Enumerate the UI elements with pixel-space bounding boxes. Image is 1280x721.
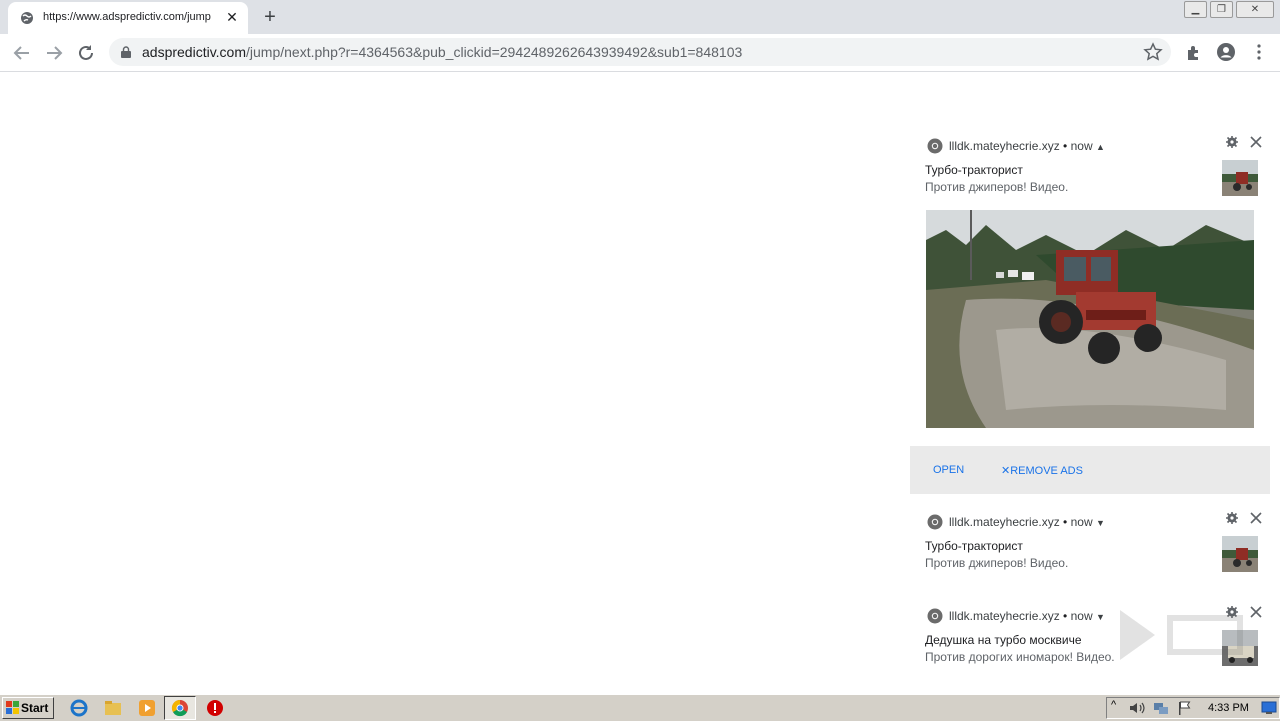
tab-title: https://www.adspredictiv.com/jump bbox=[43, 11, 211, 23]
back-icon[interactable] bbox=[10, 41, 34, 65]
url-text[interactable]: adspredictiv.com/jump/next.php?r=4364563… bbox=[142, 44, 742, 60]
chrome-icon bbox=[927, 608, 943, 624]
remove-ads-button[interactable]: ✕REMOVE ADS bbox=[1001, 464, 1083, 477]
url-path: /jump/next.php?r=4364563&pub_clickid=294… bbox=[246, 44, 743, 60]
tray-expand-icon[interactable]: ^ bbox=[1111, 699, 1116, 711]
minimize-button[interactable]: ▁ bbox=[1184, 1, 1207, 18]
notification-time: now bbox=[1070, 515, 1093, 529]
extensions-icon[interactable] bbox=[1184, 42, 1204, 62]
forward-icon[interactable] bbox=[42, 41, 66, 65]
notification-origin: llldk.mateyhecrie.xyz • now ▼ bbox=[949, 609, 1105, 623]
tab-close-icon[interactable]: ✕ bbox=[224, 9, 240, 25]
browser-toolbar: adspredictiv.com/jump/next.php?r=4364563… bbox=[0, 34, 1280, 72]
notification-title: Турбо-тракторист bbox=[925, 539, 1023, 553]
new-tab-plus-icon[interactable]: + bbox=[260, 7, 280, 27]
chevron-up-icon[interactable]: ▲ bbox=[1096, 142, 1105, 152]
browser-tab[interactable]: https://www.adspredictiv.com/jump ✕ bbox=[8, 2, 248, 34]
remove-close-icon: ✕ bbox=[1001, 465, 1011, 477]
notification-actions: OPEN ✕REMOVE ADS bbox=[910, 446, 1270, 494]
remove-ads-label: REMOVE ADS bbox=[1010, 465, 1083, 477]
notification-body: Против дорогих иномарок! Видео. bbox=[925, 650, 1115, 664]
windows-logo-icon bbox=[6, 701, 19, 714]
notification-title: Дедушка на турбо москвиче bbox=[925, 633, 1082, 647]
notification-thumbnail bbox=[1222, 536, 1258, 572]
tab-strip: https://www.adspredictiv.com/jump ✕ + ▁ … bbox=[0, 0, 1280, 34]
notification-origin: llldk.mateyhecrie.xyz • now ▼ bbox=[949, 515, 1105, 529]
notification-title: Турбо-тракторист bbox=[925, 163, 1023, 177]
notification-thumbnail bbox=[1222, 160, 1258, 196]
origin-host: llldk.mateyhecrie.xyz bbox=[949, 515, 1060, 529]
notification-body: Против джиперов! Видео. bbox=[925, 180, 1069, 194]
stop-icon[interactable] bbox=[206, 699, 224, 717]
network-icon[interactable] bbox=[1153, 701, 1169, 715]
flag-icon[interactable] bbox=[1177, 701, 1193, 715]
explorer-icon[interactable] bbox=[104, 699, 122, 717]
star-icon[interactable] bbox=[1143, 42, 1163, 62]
notification-body: Против джиперов! Видео. bbox=[925, 556, 1069, 570]
address-bar[interactable]: adspredictiv.com/jump/next.php?r=4364563… bbox=[109, 38, 1171, 66]
notification-image bbox=[926, 210, 1254, 428]
restore-button[interactable]: ❐ bbox=[1210, 1, 1233, 18]
lock-icon[interactable] bbox=[121, 46, 131, 58]
chevron-down-icon[interactable]: ▼ bbox=[1096, 518, 1105, 528]
close-icon[interactable] bbox=[1249, 511, 1263, 525]
close-icon[interactable] bbox=[1249, 605, 1263, 619]
window-close-button[interactable]: ✕ bbox=[1236, 1, 1274, 18]
chrome-taskbar-button[interactable] bbox=[164, 696, 196, 720]
origin-host: llldk.mateyhecrie.xyz bbox=[949, 139, 1060, 153]
start-button[interactable]: Start bbox=[2, 697, 54, 719]
ie-icon[interactable] bbox=[70, 699, 88, 717]
media-player-icon[interactable] bbox=[138, 699, 156, 717]
gear-icon[interactable] bbox=[1226, 512, 1238, 524]
show-desktop-icon[interactable] bbox=[1261, 701, 1277, 715]
watermark-logo bbox=[1120, 610, 1243, 660]
reload-icon[interactable] bbox=[74, 41, 98, 65]
system-tray: ^ 4:33 PM bbox=[1106, 697, 1280, 719]
notification-time: now bbox=[1070, 139, 1093, 153]
taskbar: Start ^ 4:33 PM bbox=[0, 694, 1280, 721]
close-icon[interactable] bbox=[1249, 135, 1263, 149]
open-button[interactable]: OPEN bbox=[933, 464, 964, 476]
clock: 4:33 PM bbox=[1208, 702, 1249, 714]
notification-collapsed[interactable]: llldk.mateyhecrie.xyz • now ▼ Турбо-трак… bbox=[910, 504, 1270, 594]
chrome-icon bbox=[927, 138, 943, 154]
chrome-icon bbox=[171, 699, 188, 717]
chrome-icon bbox=[927, 514, 943, 530]
volume-icon[interactable] bbox=[1129, 701, 1145, 715]
start-label: Start bbox=[21, 701, 49, 715]
notification-time: now bbox=[1070, 609, 1093, 623]
url-host: adspredictiv.com bbox=[142, 44, 247, 60]
globe-icon bbox=[21, 12, 33, 24]
notification-expanded[interactable]: llldk.mateyhecrie.xyz • now ▲ Турбо-трак… bbox=[910, 128, 1270, 446]
profile-icon[interactable] bbox=[1216, 42, 1236, 62]
notification-origin: llldk.mateyhecrie.xyz • now ▲ bbox=[949, 139, 1105, 153]
origin-host: llldk.mateyhecrie.xyz bbox=[949, 609, 1060, 623]
gear-icon[interactable] bbox=[1226, 136, 1238, 148]
menu-icon[interactable] bbox=[1249, 42, 1269, 62]
